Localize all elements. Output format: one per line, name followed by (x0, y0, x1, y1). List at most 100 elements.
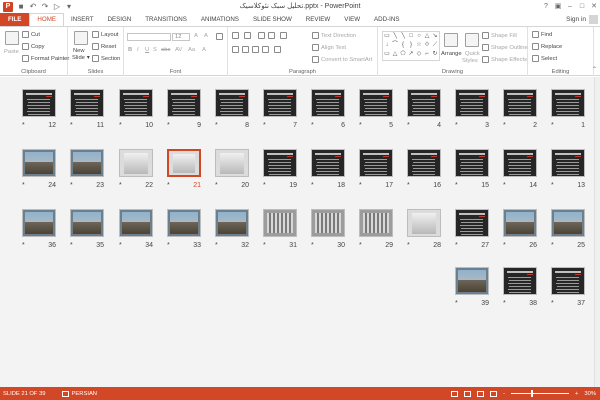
restore-icon[interactable]: □ (576, 0, 588, 13)
slide-thumbnail[interactable] (119, 89, 153, 117)
reset-button[interactable]: Reset (92, 43, 116, 50)
arrange-icon[interactable] (444, 33, 458, 47)
slide-thumbnail[interactable] (311, 89, 345, 117)
shape-glyph[interactable]: ╲ (399, 32, 407, 41)
change-case-button[interactable]: Aa (188, 47, 195, 53)
clear-formatting-button[interactable] (216, 33, 223, 40)
quick-styles-label[interactable]: Styles (462, 58, 478, 64)
slide-thumbnail[interactable] (22, 209, 56, 237)
slide-thumbnail[interactable] (551, 209, 585, 237)
font-name-combo[interactable] (127, 33, 171, 41)
animation-star-icon[interactable]: * (311, 182, 314, 189)
animation-star-icon[interactable]: * (551, 182, 554, 189)
animation-star-icon[interactable]: * (359, 242, 362, 249)
animation-star-icon[interactable]: * (70, 242, 73, 249)
slide-show-icon[interactable] (490, 390, 498, 397)
reading-view-icon[interactable] (477, 390, 485, 397)
font-color-button[interactable]: A (202, 47, 206, 53)
animation-star-icon[interactable]: * (455, 122, 458, 129)
shape-glyph[interactable]: ↗ (407, 50, 415, 59)
normal-view-icon[interactable] (451, 390, 459, 397)
paste-button[interactable]: Paste (4, 49, 19, 55)
slide-thumbnail[interactable] (407, 209, 441, 237)
animation-star-icon[interactable]: * (311, 122, 314, 129)
slide-thumbnail[interactable] (407, 89, 441, 117)
animation-star-icon[interactable]: * (311, 242, 314, 249)
character-spacing-button[interactable]: AV (175, 47, 182, 53)
animation-star-icon[interactable]: * (551, 122, 554, 129)
shrink-font-button[interactable]: A (204, 33, 208, 39)
animation-star-icon[interactable]: * (503, 122, 506, 129)
animation-star-icon[interactable]: * (407, 242, 410, 249)
slide-thumbnail[interactable] (70, 89, 104, 117)
animation-star-icon[interactable]: * (455, 242, 458, 249)
slide-thumbnail[interactable] (551, 89, 585, 117)
arrange-button[interactable]: Arrange (441, 51, 462, 57)
underline-button[interactable]: U (145, 47, 149, 53)
slide-thumbnail[interactable] (455, 209, 489, 237)
quick-styles-icon[interactable] (465, 33, 479, 47)
grow-font-button[interactable]: A (194, 33, 198, 39)
animation-star-icon[interactable]: * (455, 182, 458, 189)
shape-glyph[interactable]: △ (423, 32, 431, 41)
animation-star-icon[interactable]: * (215, 242, 218, 249)
shape-effects-button[interactable]: Shape Effects (482, 56, 527, 63)
slide-thumbnail[interactable] (119, 149, 153, 177)
slide-thumbnail[interactable] (551, 149, 585, 177)
close-icon[interactable]: ✕ (588, 0, 600, 13)
decrease-indent-button[interactable] (258, 32, 265, 39)
cut-button[interactable]: Cut (22, 31, 40, 38)
slide-thumbnail[interactable] (455, 267, 489, 295)
italic-button[interactable]: I (137, 47, 139, 53)
new-slide-button[interactable]: New (73, 48, 85, 54)
animation-star-icon[interactable]: * (359, 182, 362, 189)
ribbon-display-options-icon[interactable]: ▣ (552, 0, 564, 13)
align-left-button[interactable] (232, 46, 239, 53)
slide-thumbnail[interactable] (359, 89, 393, 117)
slide-sorter-view-icon[interactable] (464, 390, 472, 397)
animation-star-icon[interactable]: * (167, 122, 170, 129)
animation-star-icon[interactable]: * (22, 122, 25, 129)
shape-outline-button[interactable]: Shape Outline (482, 44, 528, 51)
animation-star-icon[interactable]: * (215, 182, 218, 189)
tab-design[interactable]: DESIGN (101, 13, 139, 26)
shape-glyph[interactable]: ⬠ (399, 50, 407, 59)
animation-star-icon[interactable]: * (455, 300, 458, 307)
animation-star-icon[interactable]: * (119, 242, 122, 249)
animation-star-icon[interactable]: * (407, 122, 410, 129)
tab-view[interactable]: VIEW (337, 13, 367, 26)
animation-star-icon[interactable]: * (551, 242, 554, 249)
shape-glyph[interactable]: ↻ (431, 50, 439, 59)
find-button[interactable]: Find (532, 31, 552, 38)
animation-star-icon[interactable]: * (167, 242, 170, 249)
animation-star-icon[interactable]: * (22, 242, 25, 249)
slide-thumbnail[interactable] (311, 209, 345, 237)
tab-file[interactable]: FILE (0, 13, 30, 26)
shape-glyph[interactable]: ⟋ (431, 41, 439, 50)
replace-button[interactable]: Replace (532, 43, 562, 50)
new-slide-label[interactable]: Slide ▾ (72, 55, 90, 61)
slide-thumbnail[interactable] (311, 149, 345, 177)
zoom-level[interactable]: 30% (584, 391, 596, 397)
tab-home[interactable]: HOME (29, 13, 64, 26)
tab-insert[interactable]: INSERT (64, 13, 101, 26)
convert-to-smartart-button[interactable]: Convert to SmartArt (312, 56, 372, 63)
animation-star-icon[interactable]: * (215, 122, 218, 129)
shape-glyph[interactable]: ▭ (383, 32, 391, 41)
shape-fill-button[interactable]: Shape Fill (482, 32, 517, 39)
animation-star-icon[interactable]: * (167, 182, 170, 189)
animation-star-icon[interactable]: * (551, 300, 554, 307)
animation-star-icon[interactable]: * (22, 182, 25, 189)
slide-thumbnail[interactable] (263, 149, 297, 177)
sign-in-link[interactable]: Sign in (566, 13, 586, 26)
align-right-button[interactable] (252, 46, 259, 53)
shape-glyph[interactable]: ◇ (415, 50, 423, 59)
columns-button[interactable] (274, 46, 281, 53)
line-spacing-button[interactable] (280, 32, 287, 39)
shape-glyph[interactable]: ⌐ (423, 50, 431, 59)
slide-thumbnail[interactable] (503, 149, 537, 177)
slide-thumbnail[interactable] (215, 149, 249, 177)
section-button[interactable]: Section (92, 55, 120, 62)
justify-button[interactable] (262, 46, 269, 53)
copy-button[interactable]: Copy (22, 43, 45, 50)
